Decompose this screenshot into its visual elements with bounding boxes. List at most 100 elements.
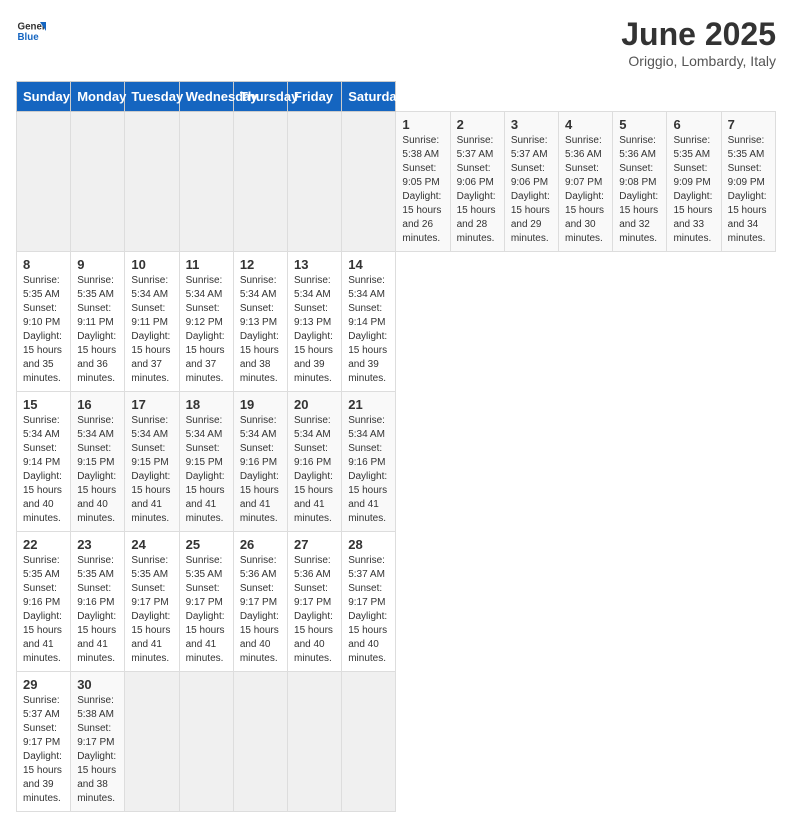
table-row: 20Sunrise: 5:34 AM Sunset: 9:16 PM Dayli…: [288, 392, 342, 532]
day-number: 29: [23, 677, 64, 692]
day-number: 18: [186, 397, 227, 412]
table-row: [125, 672, 179, 812]
day-content: Sunrise: 5:37 AM Sunset: 9:17 PM Dayligh…: [348, 554, 389, 666]
day-content: Sunrise: 5:36 AM Sunset: 9:07 PM Dayligh…: [565, 134, 606, 246]
day-number: 13: [294, 257, 335, 272]
table-row: 12 Sunrise: 5:34 AM Sunset: 9:13 PM Dayli…: [233, 252, 287, 392]
day-content: Sunrise: 5:34 AM Sunset: 9:12 PM Dayligh…: [186, 274, 227, 386]
day-number: 12: [240, 257, 281, 272]
weekday-header-row: Sunday Monday Tuesday Wednesday Thursday…: [17, 82, 776, 112]
day-content: Sunrise: 5:38 AM Sunset: 9:05 PM Dayligh…: [402, 134, 443, 246]
day-number: 9: [77, 257, 118, 272]
day-content: Sunrise: 5:34 AM Sunset: 9:13 PM Dayligh…: [294, 274, 335, 386]
table-row: [233, 672, 287, 812]
day-content: Sunrise: 5:35 AM Sunset: 9:11 PM Dayligh…: [77, 274, 118, 386]
calendar-table: Sunday Monday Tuesday Wednesday Thursday…: [16, 81, 776, 812]
title-area: June 2025 Origgio, Lombardy, Italy: [621, 16, 776, 69]
day-content: Sunrise: 5:35 AM Sunset: 9:09 PM Dayligh…: [728, 134, 769, 246]
table-row: 27 Sunrise: 5:36 AM Sunset: 9:17 PM Dayli…: [288, 532, 342, 672]
day-number: 10: [131, 257, 172, 272]
table-row: 29 Sunrise: 5:37 AM Sunset: 9:17 PM Dayli…: [17, 672, 71, 812]
day-number: 17: [131, 397, 172, 412]
day-number: 11: [186, 257, 227, 272]
calendar-week-row: 15 Sunrise: 5:34 AM Sunset: 9:14 PM Dayli…: [17, 392, 776, 532]
calendar-title: June 2025: [621, 16, 776, 53]
table-row: 26 Sunrise: 5:36 AM Sunset: 9:17 PM Dayli…: [233, 532, 287, 672]
day-content: Sunrise: 5:36 AM Sunset: 9:17 PM Dayligh…: [294, 554, 335, 666]
header-saturday: Saturday: [342, 82, 396, 112]
day-number: 3: [511, 117, 552, 132]
table-row: 22 Sunrise: 5:35 AM Sunset: 9:16 PM Dayli…: [17, 532, 71, 672]
table-row: [71, 112, 125, 252]
day-number: 28: [348, 537, 389, 552]
day-content: Sunrise: 5:34 AM Sunset: 9:14 PM Dayligh…: [23, 414, 64, 526]
calendar-week-row: 8 Sunrise: 5:35 AM Sunset: 9:10 PM Daylig…: [17, 252, 776, 392]
logo: General Blue: [16, 16, 46, 46]
day-number: 21: [348, 397, 389, 412]
day-content: Sunrise: 5:34 AM Sunset: 9:15 PM Dayligh…: [77, 414, 118, 526]
table-row: 13 Sunrise: 5:34 AM Sunset: 9:13 PM Dayli…: [288, 252, 342, 392]
day-content: Sunrise: 5:34 AM Sunset: 9:15 PM Dayligh…: [131, 414, 172, 526]
day-content: Sunrise: 5:34 AM Sunset: 9:15 PM Dayligh…: [186, 414, 227, 526]
header-monday: Monday: [71, 82, 125, 112]
day-number: 4: [565, 117, 606, 132]
table-row: 3 Sunrise: 5:37 AM Sunset: 9:06 PM Daylig…: [504, 112, 558, 252]
table-row: 9 Sunrise: 5:35 AM Sunset: 9:11 PM Daylig…: [71, 252, 125, 392]
day-content: Sunrise: 5:35 AM Sunset: 9:10 PM Dayligh…: [23, 274, 64, 386]
day-number: 15: [23, 397, 64, 412]
day-number: 23: [77, 537, 118, 552]
calendar-subtitle: Origgio, Lombardy, Italy: [621, 53, 776, 69]
header-sunday: Sunday: [17, 82, 71, 112]
table-row: 11 Sunrise: 5:34 AM Sunset: 9:12 PM Dayli…: [179, 252, 233, 392]
day-number: 7: [728, 117, 769, 132]
day-content: Sunrise: 5:34 AM Sunset: 9:11 PM Dayligh…: [131, 274, 172, 386]
day-content: Sunrise: 5:37 AM Sunset: 9:06 PM Dayligh…: [457, 134, 498, 246]
table-row: [233, 112, 287, 252]
table-row: 8 Sunrise: 5:35 AM Sunset: 9:10 PM Daylig…: [17, 252, 71, 392]
day-content: Sunrise: 5:35 AM Sunset: 9:16 PM Dayligh…: [23, 554, 64, 666]
day-content: Sunrise: 5:34 AM Sunset: 9:13 PM Dayligh…: [240, 274, 281, 386]
table-row: 7 Sunrise: 5:35 AM Sunset: 9:09 PM Daylig…: [721, 112, 775, 252]
header-tuesday: Tuesday: [125, 82, 179, 112]
table-row: [179, 672, 233, 812]
header-friday: Friday: [288, 82, 342, 112]
day-content: Sunrise: 5:35 AM Sunset: 9:16 PM Dayligh…: [77, 554, 118, 666]
day-number: 22: [23, 537, 64, 552]
table-row: 25 Sunrise: 5:35 AM Sunset: 9:17 PM Dayli…: [179, 532, 233, 672]
table-row: 28 Sunrise: 5:37 AM Sunset: 9:17 PM Dayli…: [342, 532, 396, 672]
day-number: 26: [240, 537, 281, 552]
day-number: 6: [673, 117, 714, 132]
day-content: Sunrise: 5:35 AM Sunset: 9:09 PM Dayligh…: [673, 134, 714, 246]
table-row: [342, 672, 396, 812]
day-number: 27: [294, 537, 335, 552]
day-number: 5: [619, 117, 660, 132]
day-content: Sunrise: 5:36 AM Sunset: 9:17 PM Dayligh…: [240, 554, 281, 666]
day-number: 20: [294, 397, 335, 412]
day-content: Sunrise: 5:34 AM Sunset: 9:14 PM Dayligh…: [348, 274, 389, 386]
table-row: 6 Sunrise: 5:35 AM Sunset: 9:09 PM Daylig…: [667, 112, 721, 252]
day-number: 24: [131, 537, 172, 552]
page-header: General Blue June 2025 Origgio, Lombardy…: [16, 16, 776, 69]
day-content: Sunrise: 5:35 AM Sunset: 9:17 PM Dayligh…: [186, 554, 227, 666]
table-row: 1 Sunrise: 5:38 AM Sunset: 9:05 PM Daylig…: [396, 112, 450, 252]
day-content: Sunrise: 5:35 AM Sunset: 9:17 PM Dayligh…: [131, 554, 172, 666]
table-row: [17, 112, 71, 252]
table-row: 19Sunrise: 5:34 AM Sunset: 9:16 PM Dayli…: [233, 392, 287, 532]
day-number: 14: [348, 257, 389, 272]
day-number: 2: [457, 117, 498, 132]
header-thursday: Thursday: [233, 82, 287, 112]
table-row: [288, 112, 342, 252]
table-row: 17 Sunrise: 5:34 AM Sunset: 9:15 PM Dayli…: [125, 392, 179, 532]
table-row: 2 Sunrise: 5:37 AM Sunset: 9:06 PM Daylig…: [450, 112, 504, 252]
day-content: Sunrise: 5:37 AM Sunset: 9:06 PM Dayligh…: [511, 134, 552, 246]
day-number: 30: [77, 677, 118, 692]
header-wednesday: Wednesday: [179, 82, 233, 112]
day-content: Sunrise: 5:37 AM Sunset: 9:17 PM Dayligh…: [23, 694, 64, 806]
day-number: 8: [23, 257, 64, 272]
day-number: 1: [402, 117, 443, 132]
day-content: Sunrise: 5:38 AM Sunset: 9:17 PM Dayligh…: [77, 694, 118, 806]
day-number: 25: [186, 537, 227, 552]
day-number: 19: [240, 397, 281, 412]
calendar-week-row: 22 Sunrise: 5:35 AM Sunset: 9:16 PM Dayli…: [17, 532, 776, 672]
table-row: 10 Sunrise: 5:34 AM Sunset: 9:11 PM Dayli…: [125, 252, 179, 392]
